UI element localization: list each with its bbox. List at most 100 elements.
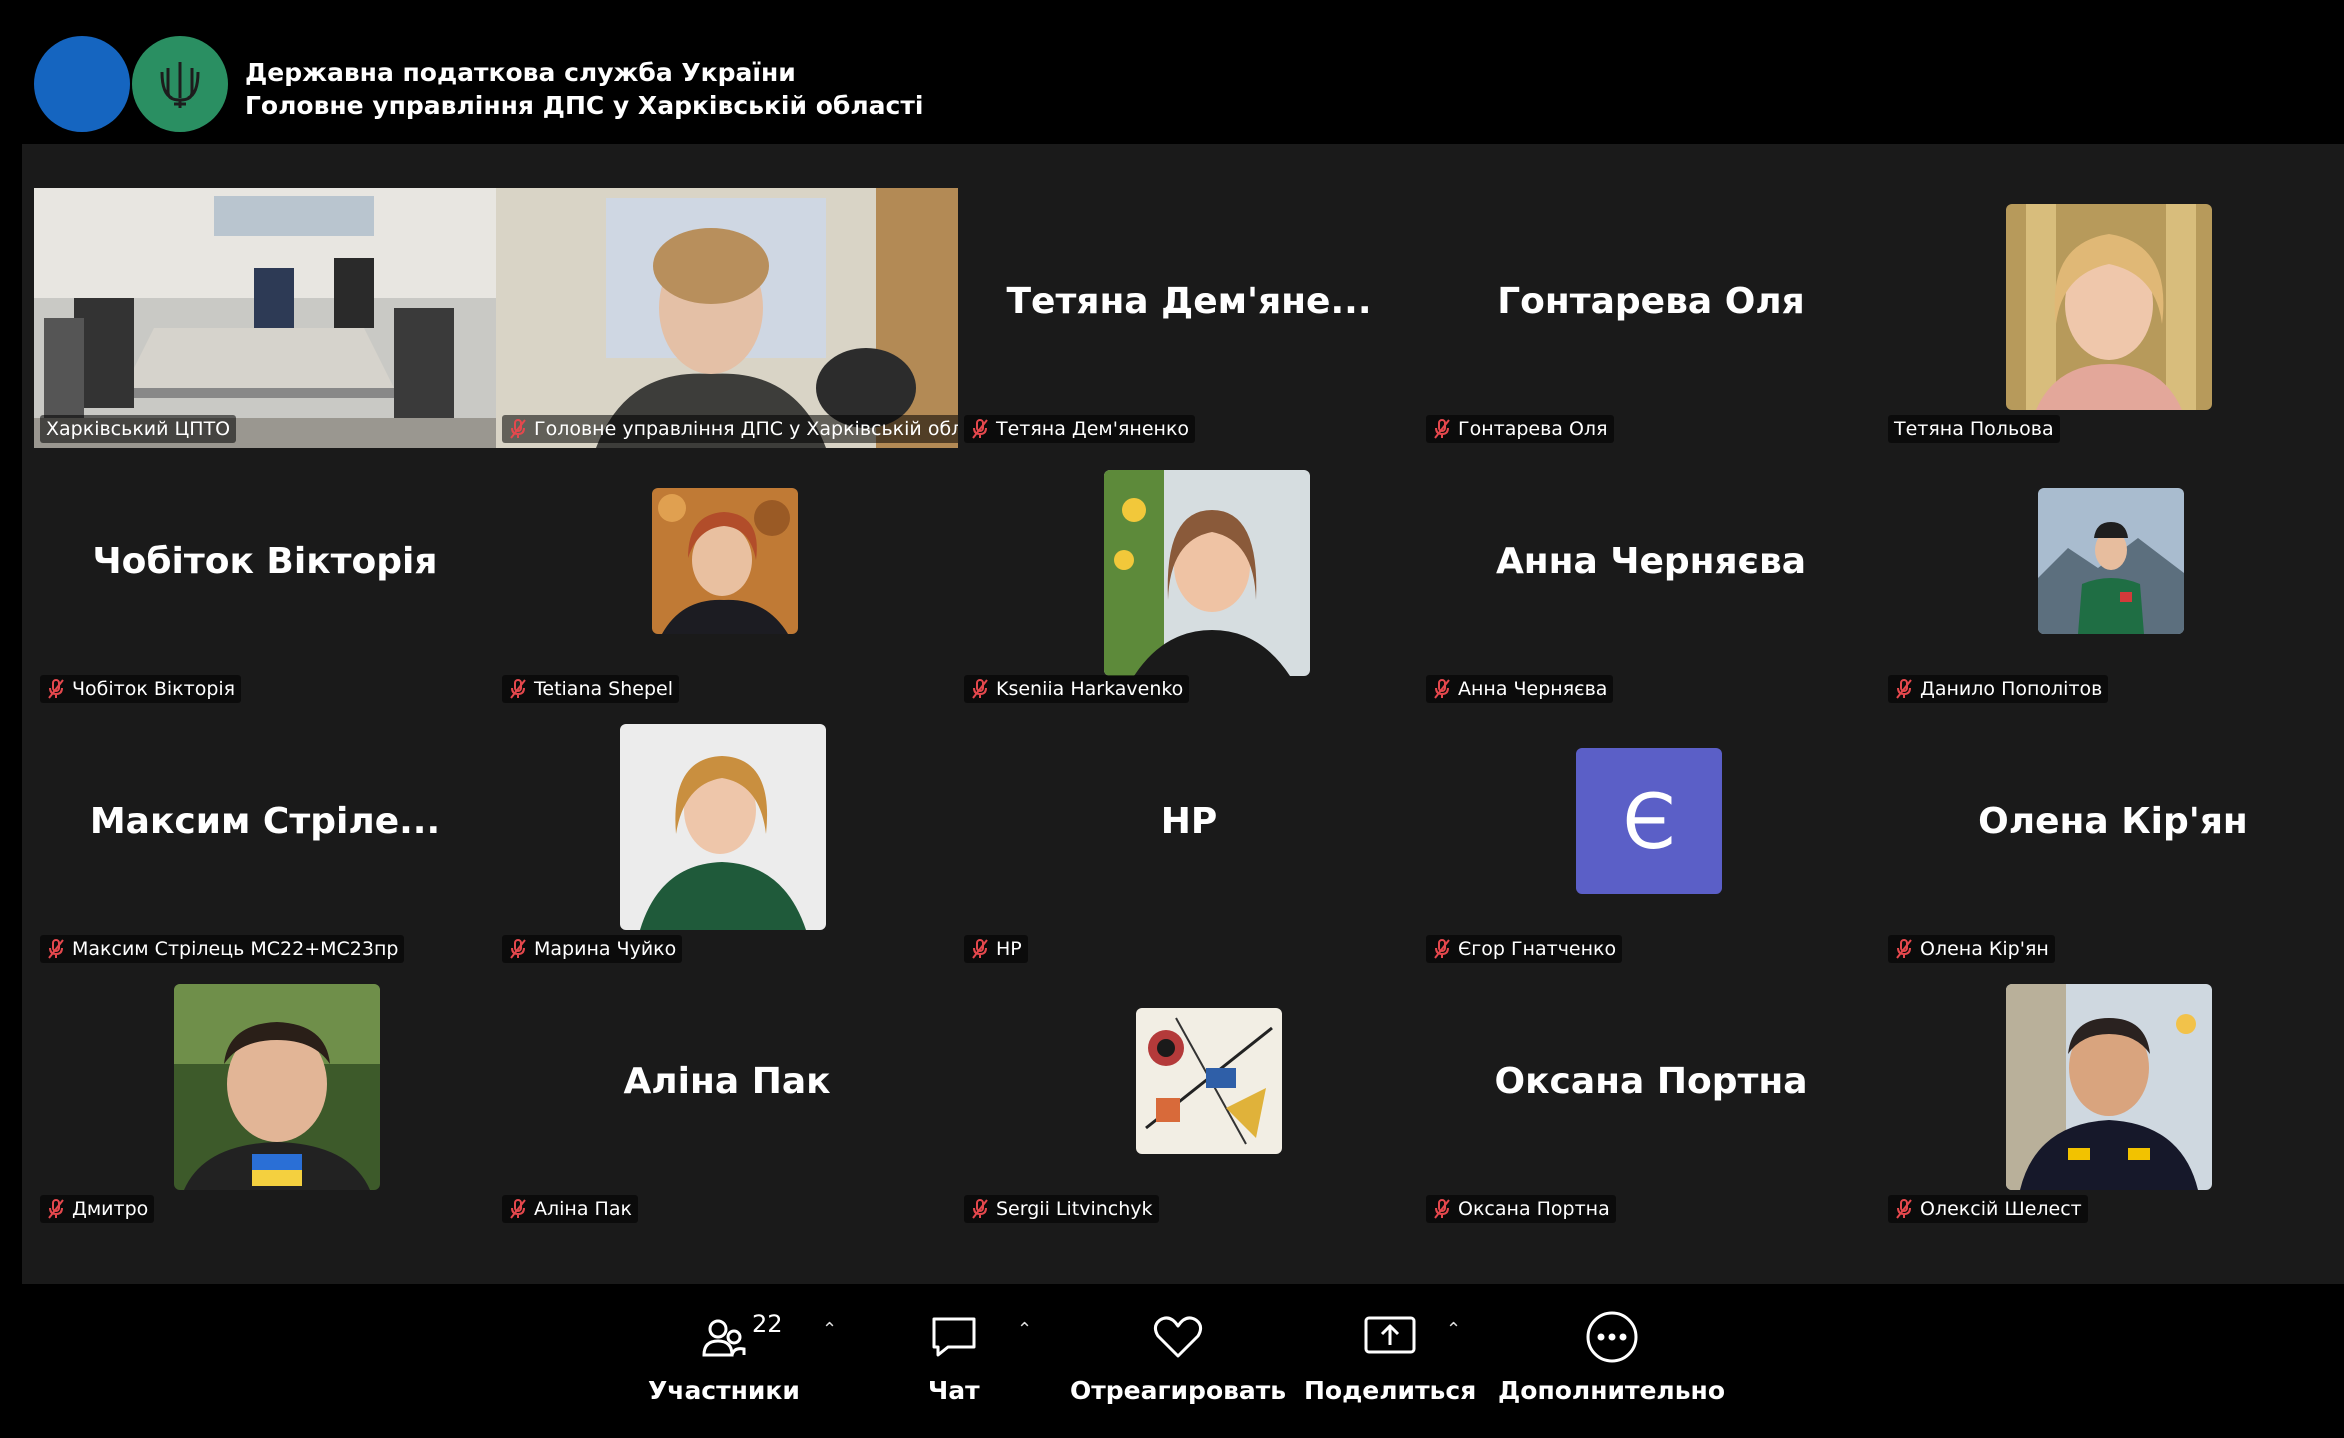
participant-name: Олена Кір'ян xyxy=(1920,938,2049,960)
more-button[interactable]: Дополнительно xyxy=(1498,1304,1725,1405)
participant-tile[interactable]: Дмитро xyxy=(34,968,496,1228)
participant-tile[interactable]: Tetiana Shepel xyxy=(496,448,958,708)
participant-name: Максим Стрілець МС22+МС23пр xyxy=(72,938,399,960)
participant-name: Гонтарева Оля xyxy=(1458,418,1608,440)
participant-display-name: Олена Кір'ян xyxy=(1978,800,2248,842)
participant-name: Sergii Litvinchyk xyxy=(996,1198,1153,1220)
app-header: Державна податкова служба України Головн… xyxy=(0,0,2344,144)
participant-name: Харківський ЦПТО xyxy=(46,418,231,440)
participant-name: Аліна Пак xyxy=(534,1198,632,1220)
react-label: Отреагировать xyxy=(1070,1376,1287,1405)
participant-caption: Дмитро xyxy=(40,1195,155,1223)
participant-tile[interactable]: Kseniia Harkavenko xyxy=(958,448,1420,708)
participant-display-name: Анна Черняєва xyxy=(1495,540,1807,582)
participant-tile[interactable]: Анна Черняєва Анна Черняєва xyxy=(1420,448,1882,708)
participant-tile[interactable]: Аліна Пак Аліна Пак xyxy=(496,968,958,1228)
participant-display-name: Гонтарева Оля xyxy=(1497,280,1805,322)
profile-photo xyxy=(1136,1008,1282,1154)
participants-icon-wrap: 22 xyxy=(702,1304,783,1370)
meeting-room-video xyxy=(34,188,496,448)
avatar-letter: Є xyxy=(1622,776,1676,866)
profile-photo xyxy=(652,488,798,634)
participant-name: Марина Чуйко xyxy=(534,938,677,960)
participant-display-name: Тетяна Дем'яне... xyxy=(1006,280,1372,322)
participant-caption: Тетяна Дем'яненко xyxy=(964,415,1196,443)
participants-count: 22 xyxy=(751,1310,783,1338)
share-screen-icon xyxy=(1364,1316,1416,1354)
chat-button[interactable]: Чат xyxy=(928,1304,980,1405)
participant-name: Анна Черняєва xyxy=(1458,678,1608,700)
participant-name: Тетяна Дем'яненко xyxy=(996,418,1190,440)
participant-tile[interactable]: Олексій Шелест xyxy=(1882,968,2344,1228)
profile-photo xyxy=(2006,204,2212,410)
participant-tile[interactable]: Тетяна Польова xyxy=(1882,188,2344,448)
muted-mic-icon xyxy=(510,1199,526,1219)
participant-tile[interactable]: Гонтарева Оля Гонтарева Оля xyxy=(1420,188,1882,448)
profile-photo xyxy=(2006,984,2212,1190)
participant-caption: Kseniia Harkavenko xyxy=(964,675,1190,703)
participant-name: Головне управління ДПС у Харківській обл… xyxy=(534,418,958,440)
chat-caret-icon[interactable]: ⌃ xyxy=(1017,1319,1032,1340)
participant-name: Дмитро xyxy=(72,1198,149,1220)
muted-mic-icon xyxy=(510,679,526,699)
participants-caret-icon[interactable]: ⌃ xyxy=(822,1319,837,1340)
participant-caption: Харківський ЦПТО xyxy=(40,415,237,443)
profile-photo xyxy=(620,724,826,930)
participant-name: Тетяна Польова xyxy=(1894,418,2054,440)
participant-tile[interactable]: Sergii Litvinchyk xyxy=(958,968,1420,1228)
more-options-icon xyxy=(1586,1311,1637,1363)
participant-tile[interactable]: Данило Пополітов xyxy=(1882,448,2344,708)
muted-mic-icon xyxy=(1434,1199,1450,1219)
participant-name: Kseniia Harkavenko xyxy=(996,678,1184,700)
participant-name: HP xyxy=(996,938,1022,960)
participant-tile[interactable]: Головне управління ДПС у Харківській обл… xyxy=(496,188,958,448)
chat-icon xyxy=(932,1317,976,1357)
participant-caption: Гонтарева Оля xyxy=(1426,415,1614,443)
profile-photo xyxy=(2038,488,2184,634)
muted-mic-icon xyxy=(1434,939,1450,959)
chat-label: Чат xyxy=(928,1376,980,1405)
muted-mic-icon xyxy=(48,1199,64,1219)
react-button[interactable]: Отреагировать xyxy=(1070,1304,1286,1405)
participant-caption: Олена Кір'ян xyxy=(1888,935,2055,963)
profile-photo xyxy=(174,984,380,1190)
muted-mic-icon xyxy=(972,419,988,439)
organization-title: Державна податкова служба України Головн… xyxy=(245,56,923,122)
share-icon-wrap xyxy=(1363,1304,1417,1370)
muted-mic-icon xyxy=(48,679,64,699)
participant-caption: Анна Черняєва xyxy=(1426,675,1614,703)
participant-tile[interactable]: Чобіток Вікторія Чобіток Вікторія xyxy=(34,448,496,708)
muted-mic-icon xyxy=(972,679,988,699)
participant-caption: Максим Стрілець МС22+МС23пр xyxy=(40,935,405,963)
participant-caption: HP xyxy=(964,935,1028,963)
org-line-2: Головне управління ДПС у Харківській обл… xyxy=(245,91,924,120)
participant-tile[interactable]: Є Єгор Гнатченко xyxy=(1420,708,1882,968)
participants-button[interactable]: 22 Участники xyxy=(648,1304,800,1405)
muted-mic-icon xyxy=(510,419,526,439)
participant-name: Єгор Гнатченко xyxy=(1458,938,1617,960)
participants-label: Участники xyxy=(648,1376,800,1405)
muted-mic-icon xyxy=(1434,679,1450,699)
participant-caption: Аліна Пак xyxy=(502,1195,638,1223)
participant-tile[interactable]: Харківський ЦПТО xyxy=(34,188,496,448)
participant-caption: Олексій Шелест xyxy=(1888,1195,2088,1223)
participant-name: Оксана Портна xyxy=(1458,1198,1610,1220)
participant-name: Tetiana Shepel xyxy=(534,678,673,700)
trident-icon xyxy=(132,36,228,132)
participant-tile[interactable]: Максим Стріле... Максим Стрілець МС22+МС… xyxy=(34,708,496,968)
participant-tile[interactable]: HP HP xyxy=(958,708,1420,968)
participant-tile[interactable]: Оксана Портна Оксана Портна xyxy=(1420,968,1882,1228)
video-grid: Харківський ЦПТО Головне управління ДПС … xyxy=(22,144,2344,1284)
participant-display-name: Оксана Портна xyxy=(1494,1060,1808,1102)
participant-tile[interactable]: Тетяна Дем'яне... Тетяна Дем'яненко xyxy=(958,188,1420,448)
participant-caption: Єгор Гнатченко xyxy=(1426,935,1623,963)
participant-caption: Марина Чуйко xyxy=(502,935,683,963)
participant-caption: Sergii Litvinchyk xyxy=(964,1195,1159,1223)
share-caret-icon[interactable]: ⌃ xyxy=(1446,1319,1461,1340)
participant-display-name: Аліна Пак xyxy=(623,1060,831,1102)
participant-tile[interactable]: Марина Чуйко xyxy=(496,708,958,968)
participant-caption: Оксана Портна xyxy=(1426,1195,1616,1223)
participant-tile[interactable]: Олена Кір'ян Олена Кір'ян xyxy=(1882,708,2344,968)
participant-video xyxy=(496,188,958,448)
chat-icon-wrap xyxy=(930,1304,978,1370)
